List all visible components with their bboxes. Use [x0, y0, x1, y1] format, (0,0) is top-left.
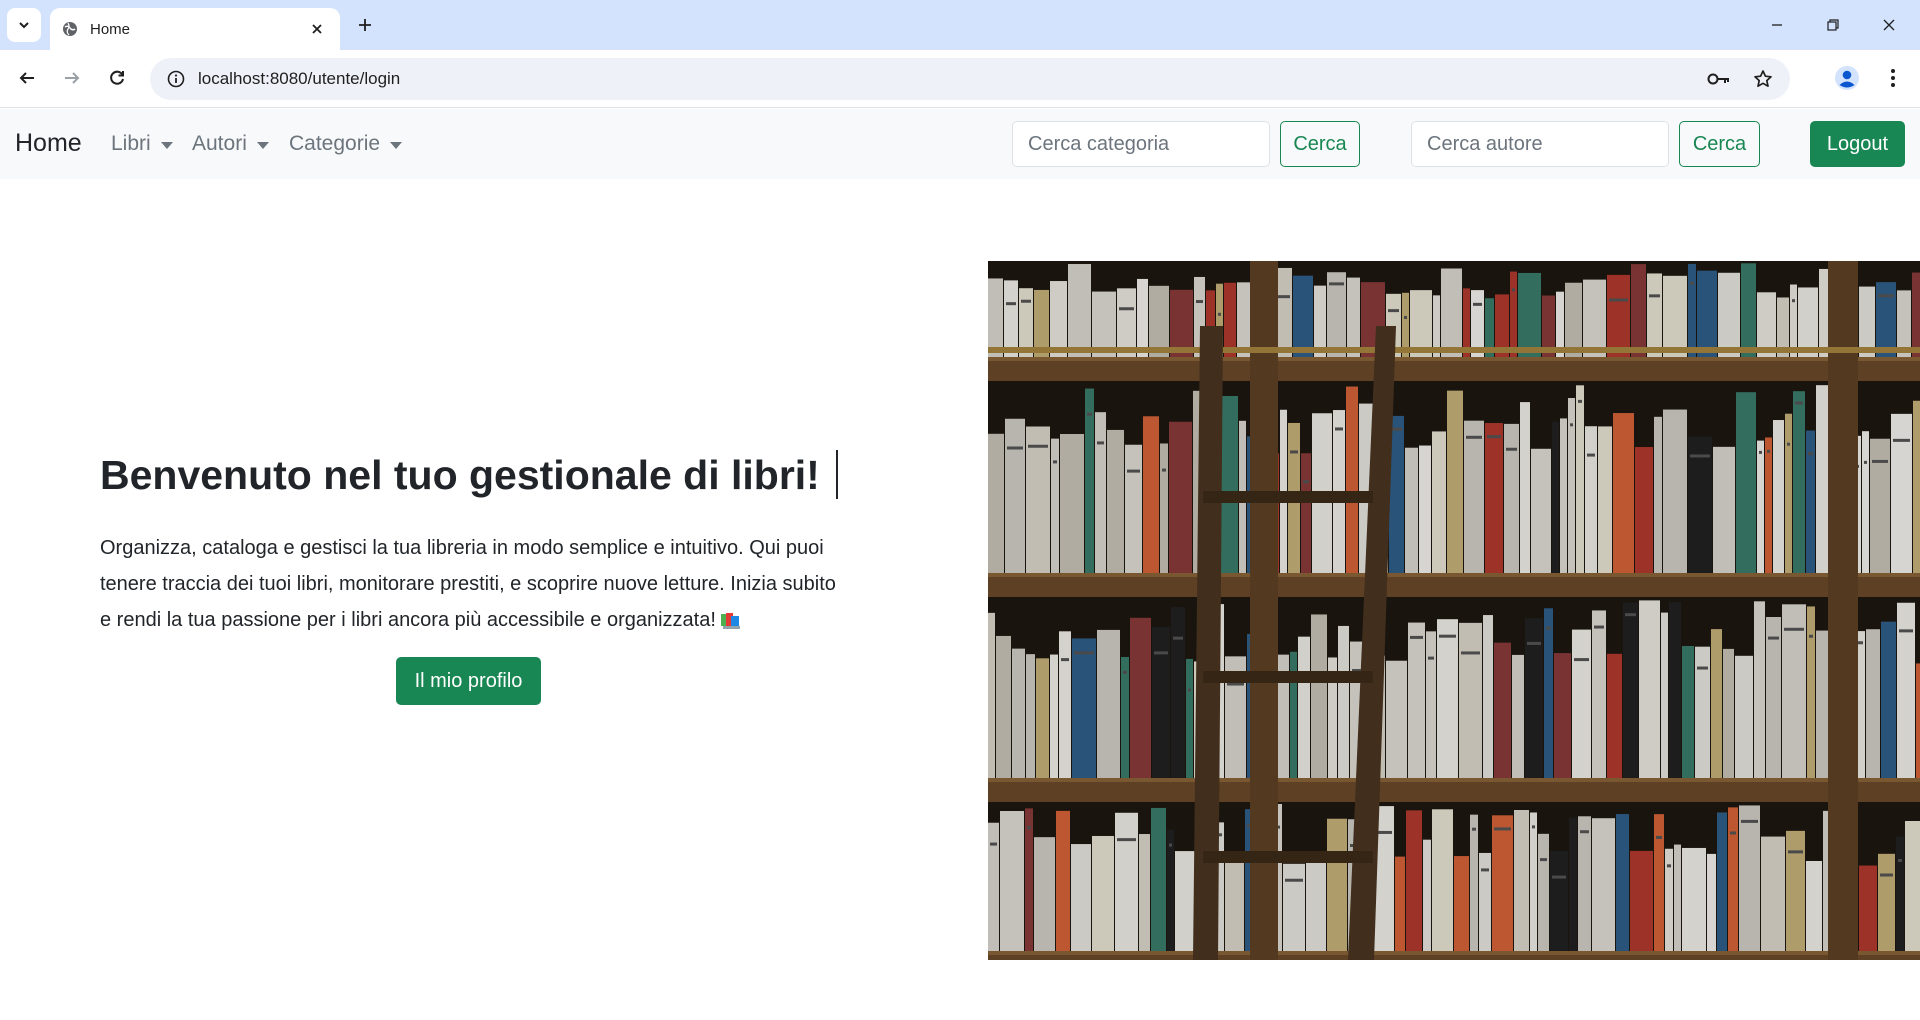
site-navbar: Home Libri Autori Categorie Cerca Cerca … [0, 109, 1920, 179]
category-search-button[interactable]: Cerca [1280, 121, 1360, 167]
author-search-button[interactable]: Cerca [1679, 121, 1760, 167]
browser-menu-button[interactable] [1876, 61, 1910, 95]
password-key-button[interactable] [1702, 62, 1736, 96]
nav-dropdown-label: Categorie [289, 132, 381, 155]
minimize-icon [1772, 24, 1782, 26]
minimize-button[interactable] [1754, 8, 1800, 42]
star-icon [1754, 70, 1772, 88]
close-window-button[interactable] [1866, 8, 1912, 42]
nav-dropdown-label: Libri [111, 132, 151, 155]
tab-close-button[interactable] [306, 18, 328, 40]
bookmark-button[interactable] [1746, 62, 1780, 96]
logout-button[interactable]: Logout [1810, 121, 1905, 167]
browser-tab[interactable]: Home [50, 8, 340, 50]
key-icon [1707, 73, 1729, 85]
my-profile-button[interactable]: Il mio profilo [396, 657, 541, 705]
tab-title: Home [90, 20, 131, 38]
info-icon [167, 70, 185, 88]
hero-bookshelf-image [988, 261, 1920, 960]
url-text: localhost:8080/utente/login [198, 69, 401, 88]
caret-down-icon [256, 141, 269, 149]
close-icon [312, 24, 322, 34]
nav-dropdown-categorie[interactable]: Categorie [289, 132, 403, 156]
plus-icon [359, 19, 371, 31]
reload-icon [110, 70, 124, 85]
close-icon [1883, 19, 1895, 31]
caret-down-icon [160, 141, 173, 149]
books-icon [720, 612, 740, 629]
address-bar-actions [1702, 62, 1780, 96]
nav-dropdown-autori[interactable]: Autori [192, 132, 269, 156]
hero-title: Benvenuto nel tuo gestionale di libri! [100, 452, 820, 498]
back-button[interactable] [10, 61, 44, 95]
browser-tabstrip: Home [0, 0, 1920, 50]
nav-dropdown-label: Autori [192, 132, 247, 155]
profile-icon [1835, 66, 1859, 90]
author-search-input[interactable] [1411, 121, 1669, 167]
globe-icon [63, 22, 77, 36]
back-icon [19, 72, 34, 84]
reload-button[interactable] [100, 61, 134, 95]
image-shade [988, 261, 1920, 960]
text-cursor [836, 450, 838, 499]
new-tab-button[interactable] [352, 12, 378, 38]
bookshelf-illustration [988, 261, 1920, 960]
category-search-input[interactable] [1012, 121, 1270, 167]
site-info-button[interactable] [154, 70, 198, 88]
browser-toolbar: localhost:8080/utente/login [0, 50, 1920, 108]
navbar-brand[interactable]: Home [15, 129, 82, 158]
nav-dropdown-libri[interactable]: Libri [111, 132, 173, 156]
forward-icon [65, 72, 80, 84]
forward-button[interactable] [55, 61, 89, 95]
profile-button[interactable] [1830, 61, 1864, 95]
restore-button[interactable] [1810, 8, 1856, 42]
chevron-down-icon [19, 22, 29, 29]
more-icon [1891, 69, 1895, 87]
address-bar[interactable]: localhost:8080/utente/login [150, 58, 1790, 100]
restore-icon [1827, 19, 1839, 31]
hero-text: Organizza, cataloga e gestisci la tua li… [100, 530, 840, 638]
caret-down-icon [390, 141, 403, 149]
tab-search-button[interactable] [7, 8, 41, 42]
